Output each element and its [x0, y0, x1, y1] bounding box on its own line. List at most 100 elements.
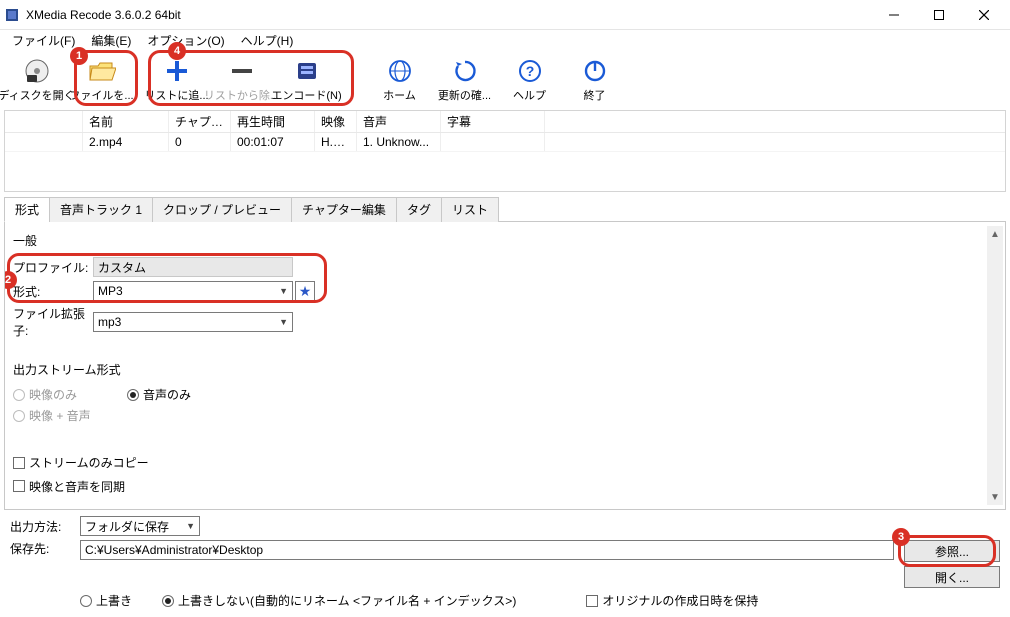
encode-label: エンコード(N): [271, 87, 341, 103]
chevron-down-icon: ▼: [186, 521, 195, 531]
radio-video-audio: 映像 + 音声: [13, 407, 91, 424]
home-label: ホーム: [383, 87, 416, 103]
browse-button[interactable]: 参照...: [904, 540, 1000, 562]
power-icon: [583, 57, 607, 85]
help-label: ヘルプ: [513, 87, 546, 103]
minus-icon: [230, 57, 254, 85]
format-label: 形式:: [13, 283, 93, 300]
help-button[interactable]: ? ヘルプ: [497, 53, 562, 107]
general-section-title: 一般: [13, 232, 997, 249]
cell-duration: 00:01:07: [231, 133, 315, 151]
profile-label: プロファイル:: [13, 259, 93, 276]
profile-value: カスタム: [98, 259, 146, 276]
cell-audio: 1. Unknow...: [357, 133, 441, 151]
col-blank[interactable]: [5, 111, 83, 132]
minimize-button[interactable]: [871, 1, 916, 29]
close-button[interactable]: [961, 1, 1006, 29]
remove-list-button[interactable]: リストから除...: [209, 53, 274, 107]
scrollbar[interactable]: ▲ ▼: [987, 226, 1003, 505]
folder-open-icon: [88, 57, 116, 85]
help-icon: ?: [518, 57, 542, 85]
update-label: 更新の確...: [438, 87, 491, 103]
disc-icon: [24, 57, 50, 85]
cell-name: 2.mp4: [83, 133, 169, 151]
radio-video-only: 映像のみ: [13, 386, 77, 403]
save-path-input[interactable]: [80, 540, 894, 560]
toolbar: ディスクを開く ファイルを... リストに追... リストから除... エンコー…: [0, 50, 1010, 108]
menu-file[interactable]: ファイル(F): [4, 30, 83, 51]
window-title: XMedia Recode 3.6.0.2 64bit: [26, 8, 871, 22]
open-disc-button[interactable]: ディスクを開く: [4, 53, 69, 107]
exit-label: 終了: [584, 87, 606, 103]
format-select[interactable]: MP3 ▼: [93, 281, 293, 301]
tab-format[interactable]: 形式: [4, 197, 50, 222]
save-path-label: 保存先:: [10, 540, 80, 557]
open-file-label: ファイルを...: [69, 87, 133, 103]
file-list[interactable]: 名前 チャプター 再生時間 映像 音声 字幕 2.mp4 0 00:01:07 …: [4, 110, 1006, 192]
cell-chapter: 0: [169, 133, 231, 151]
tabstrip: 形式 音声トラック 1 クロップ / プレビュー チャプター編集 タグ リスト: [4, 196, 1006, 222]
out-method-select[interactable]: フォルダに保存 ▼: [80, 516, 200, 536]
check-stream-copy[interactable]: ストリームのみコピー: [13, 454, 149, 471]
exit-button[interactable]: 終了: [562, 53, 627, 107]
profile-select[interactable]: カスタム: [93, 257, 293, 277]
maximize-button[interactable]: [916, 1, 961, 29]
file-list-header: 名前 チャプター 再生時間 映像 音声 字幕: [5, 111, 1005, 133]
open-disc-label: ディスクを開く: [0, 87, 75, 103]
col-audio[interactable]: 音声: [357, 111, 441, 132]
annotation-badge-1: 1: [70, 47, 88, 65]
output-panel: 出力方法: フォルダに保存 ▼ 保存先: 参照... 3 開く... 上書き 上…: [0, 510, 1010, 617]
col-name[interactable]: 名前: [83, 111, 169, 132]
cell-subtitle: [441, 133, 545, 151]
cell-blank: [5, 133, 83, 151]
radio-no-overwrite[interactable]: 上書きしない(自動的にリネーム <ファイル名 + インデックス>): [162, 592, 516, 609]
tab-list[interactable]: リスト: [441, 197, 499, 222]
scroll-up-icon[interactable]: ▲: [987, 226, 1003, 242]
extension-select[interactable]: mp3 ▼: [93, 312, 293, 332]
format-panel: 一般 プロファイル: カスタム 形式: MP3 ▼ ★ 2 ファイル拡張子: m…: [4, 222, 1006, 510]
col-chapter[interactable]: チャプター: [169, 111, 231, 132]
add-list-button[interactable]: リストに追...: [144, 53, 209, 107]
star-icon: ★: [299, 283, 312, 300]
check-keep-date[interactable]: オリジナルの作成日時を保持: [586, 592, 758, 609]
globe-icon: [388, 57, 412, 85]
remove-list-label: リストから除...: [204, 87, 279, 103]
check-sync-av[interactable]: 映像と音声を同期: [13, 478, 125, 495]
tab-tag[interactable]: タグ: [396, 197, 442, 222]
scroll-down-icon[interactable]: ▼: [987, 489, 1003, 505]
app-icon: [4, 7, 20, 23]
ext-label: ファイル拡張子:: [13, 305, 93, 339]
menu-edit[interactable]: 編集(E): [83, 30, 139, 51]
menu-help[interactable]: ヘルプ(H): [233, 30, 302, 51]
update-button[interactable]: 更新の確...: [432, 53, 497, 107]
annotation-badge-4: 4: [168, 42, 186, 60]
radio-overwrite[interactable]: 上書き: [80, 592, 132, 609]
plus-icon: [165, 57, 189, 85]
col-video[interactable]: 映像: [315, 111, 357, 132]
tab-crop-preview[interactable]: クロップ / プレビュー: [152, 197, 292, 222]
add-list-label: リストに追...: [144, 87, 208, 103]
out-method-label: 出力方法:: [10, 518, 80, 535]
tab-chapter-edit[interactable]: チャプター編集: [291, 197, 397, 222]
menubar: ファイル(F) 編集(E) オプション(O) ヘルプ(H): [0, 30, 1010, 50]
encode-button[interactable]: エンコード(N): [274, 53, 339, 107]
tab-audio-track[interactable]: 音声トラック 1: [49, 197, 153, 222]
encode-icon: [295, 57, 319, 85]
refresh-icon: [453, 57, 477, 85]
svg-text:?: ?: [525, 63, 534, 79]
col-subtitle[interactable]: 字幕: [441, 111, 545, 132]
out-method-value: フォルダに保存: [85, 518, 169, 535]
col-duration[interactable]: 再生時間: [231, 111, 315, 132]
chevron-down-icon: ▼: [279, 317, 288, 327]
annotation-badge-3: 3: [892, 528, 910, 546]
stream-section-title: 出力ストリーム形式: [13, 361, 997, 378]
table-row[interactable]: 2.mp4 0 00:01:07 H.26... 1. Unknow...: [5, 133, 1005, 152]
menu-options[interactable]: オプション(O): [139, 30, 232, 51]
favorite-button[interactable]: ★: [295, 281, 315, 301]
ext-value: mp3: [98, 315, 121, 329]
radio-audio-only[interactable]: 音声のみ: [127, 386, 191, 403]
chevron-down-icon: ▼: [279, 286, 288, 296]
home-button[interactable]: ホーム: [367, 53, 432, 107]
cell-video: H.26...: [315, 133, 357, 151]
open-folder-button[interactable]: 開く...: [904, 566, 1000, 588]
